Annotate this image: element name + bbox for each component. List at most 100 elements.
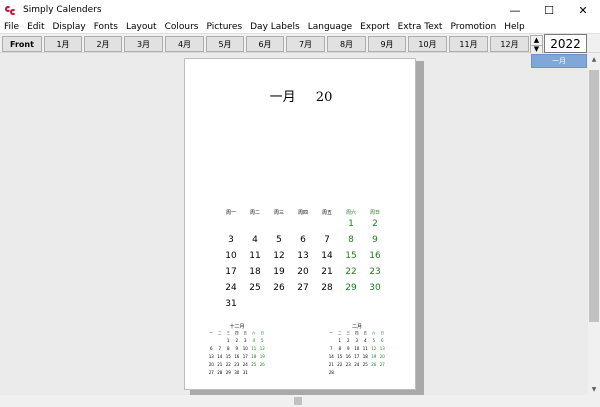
year-input[interactable]: 2022 <box>544 34 587 53</box>
month-button-8[interactable]: 8月 <box>327 36 366 52</box>
day-cell: 18 <box>249 267 261 277</box>
day-cell: 29 <box>345 283 357 293</box>
day-cell: 1 <box>348 219 354 229</box>
horizontal-scroll-thumb[interactable] <box>294 397 302 405</box>
menu-fonts[interactable]: Fonts <box>90 20 122 34</box>
menu-colours[interactable]: Colours <box>161 20 203 34</box>
menu-export[interactable]: Export <box>356 20 393 34</box>
menu-layout[interactable]: Layout <box>122 20 161 34</box>
mini-day-cell: 30 <box>234 370 240 375</box>
mini-day-cell: 23 <box>234 362 240 367</box>
month-grid: 周一 周二 周三 周四 周五 周六 周日 1 2 3 4 5 6 7 8 9 10 11 12 13 14… <box>219 209 387 312</box>
day-cell: 19 <box>273 267 285 277</box>
close-icon[interactable]: ✕ <box>566 0 600 20</box>
week-row: 17 18 19 20 21 22 23 <box>219 264 387 280</box>
month-button-3[interactable]: 3月 <box>124 36 163 52</box>
mini-day-cell: 26 <box>259 362 265 367</box>
scroll-up-icon[interactable]: ▲ <box>588 53 600 65</box>
mini-day-cell: 24 <box>242 362 248 367</box>
toolbar: Front 1月 2月 3月 4月 5月 6月 7月 8月 9月 10月 11月… <box>0 33 600 53</box>
menu-extra-text[interactable]: Extra Text <box>394 20 447 34</box>
front-button[interactable]: Front <box>2 36 42 52</box>
mini-weekday: 三 <box>226 331 231 335</box>
mini-day-cell: 27 <box>379 362 385 367</box>
month-button-5[interactable]: 5月 <box>206 36 244 52</box>
mini-day-cell <box>207 337 216 345</box>
horizontal-scrollbar[interactable] <box>0 395 588 407</box>
menu-day-labels[interactable]: Day Labels <box>246 20 304 34</box>
vertical-scrollbar[interactable]: ▲ ▼ <box>588 53 600 395</box>
menu-display[interactable]: Display <box>49 20 90 34</box>
scrollbar-corner <box>588 395 600 407</box>
day-cell: 8 <box>348 235 354 245</box>
mini-day-cell: 29 <box>225 370 231 375</box>
prev-month-weeks: 1 2 3 4 5 6 7 8 9 10 11 12 13 14 15 16 17 18 19 20 21 22 23 24 2… <box>207 337 267 377</box>
mini-day-cell <box>353 369 362 377</box>
mini-day-cell: 20 <box>379 354 385 359</box>
mini-day-cell: 10 <box>242 346 248 351</box>
calendar-page[interactable]: 一月 20 周一 周二 周三 周四 周五 周六 周日 1 2 3 4 5 6 7 8 9 10 11… <box>184 58 416 390</box>
day-cell: 15 <box>345 251 357 261</box>
menu-language[interactable]: Language <box>304 20 356 34</box>
month-button-4[interactable]: 4月 <box>165 36 204 52</box>
menu-edit[interactable]: Edit <box>23 20 48 34</box>
mini-day-cell: 20 <box>208 362 214 367</box>
weekday-label: 周三 <box>273 210 284 216</box>
week-row: 20 21 22 23 24 25 26 <box>207 361 267 369</box>
day-cell: 2 <box>372 219 378 229</box>
mini-day-cell: 6 <box>209 346 213 351</box>
next-month-mini: 二月 一 二 三 四 五 六 日 1 2 3 4 5 6 7 8 9 10 11 12 13 14 15 16… <box>327 323 387 377</box>
day-cell: 17 <box>225 267 237 277</box>
mini-day-cell <box>336 369 345 377</box>
mini-day-cell: 5 <box>372 338 376 343</box>
mini-day-cell: 1 <box>338 338 342 343</box>
day-cell: 9 <box>372 235 378 245</box>
month-button-10[interactable]: 10月 <box>408 36 447 52</box>
menu-pictures[interactable]: Pictures <box>202 20 246 34</box>
mini-weekday: 二 <box>338 331 342 335</box>
next-month-title: 二月 <box>351 324 362 330</box>
maximize-icon[interactable]: ☐ <box>532 0 566 20</box>
mini-day-cell: 3 <box>243 338 247 343</box>
day-cell: 12 <box>273 251 285 261</box>
vertical-scroll-thumb[interactable] <box>589 70 599 322</box>
menu-help[interactable]: Help <box>500 20 529 34</box>
day-cell: 6 <box>300 235 306 245</box>
menu-promotion[interactable]: Promotion <box>446 20 500 34</box>
mini-day-cell: 25 <box>251 362 257 367</box>
week-row: 31 <box>219 296 387 312</box>
mini-day-cell <box>327 337 336 345</box>
month-button-2[interactable]: 2月 <box>84 36 122 52</box>
weekday-label: 周日 <box>369 210 380 216</box>
month-button-11[interactable]: 11月 <box>449 36 488 52</box>
mini-day-cell: 19 <box>371 354 377 359</box>
mini-weekday: 三 <box>346 331 351 335</box>
month-button-1[interactable]: 1月 <box>44 36 82 52</box>
month-button-7[interactable]: 7月 <box>286 36 325 52</box>
mini-day-cell: 22 <box>337 362 343 367</box>
title-bar: Simply Calenders — ☐ ✕ <box>0 0 600 20</box>
weekday-label: 周二 <box>249 210 260 216</box>
year-spinner[interactable]: ▲ ▼ <box>530 35 543 55</box>
menu-file[interactable]: File <box>0 20 23 34</box>
minimize-icon[interactable]: — <box>498 0 532 20</box>
mini-weekday: 四 <box>235 331 239 335</box>
spin-up-icon[interactable]: ▲ <box>531 36 542 46</box>
week-rows: 1 2 3 4 5 6 7 8 9 10 11 12 13 14 15 16 17 18 19 20 21 22 23 24 2… <box>219 216 387 312</box>
mini-day-cell <box>250 369 259 377</box>
month-list-selected-item[interactable]: 一月 <box>531 54 587 68</box>
mini-day-cell: 17 <box>242 354 248 359</box>
next-month-weekdays: 一 二 三 四 五 六 日 <box>327 330 387 337</box>
mini-day-cell: 4 <box>252 338 256 343</box>
week-row: 7 8 9 10 11 12 13 <box>327 345 387 353</box>
day-cell: 25 <box>249 283 261 293</box>
mini-day-cell: 16 <box>345 354 351 359</box>
month-button-12[interactable]: 12月 <box>490 36 529 52</box>
mini-weekday: 五 <box>243 331 248 335</box>
month-button-9[interactable]: 9月 <box>368 36 406 52</box>
week-row: 3 4 5 6 7 8 9 <box>219 232 387 248</box>
month-button-6[interactable]: 6月 <box>246 36 284 52</box>
scroll-down-icon[interactable]: ▼ <box>588 383 600 395</box>
mini-weekday: 日 <box>380 331 385 335</box>
mini-day-cell: 14 <box>328 354 334 359</box>
